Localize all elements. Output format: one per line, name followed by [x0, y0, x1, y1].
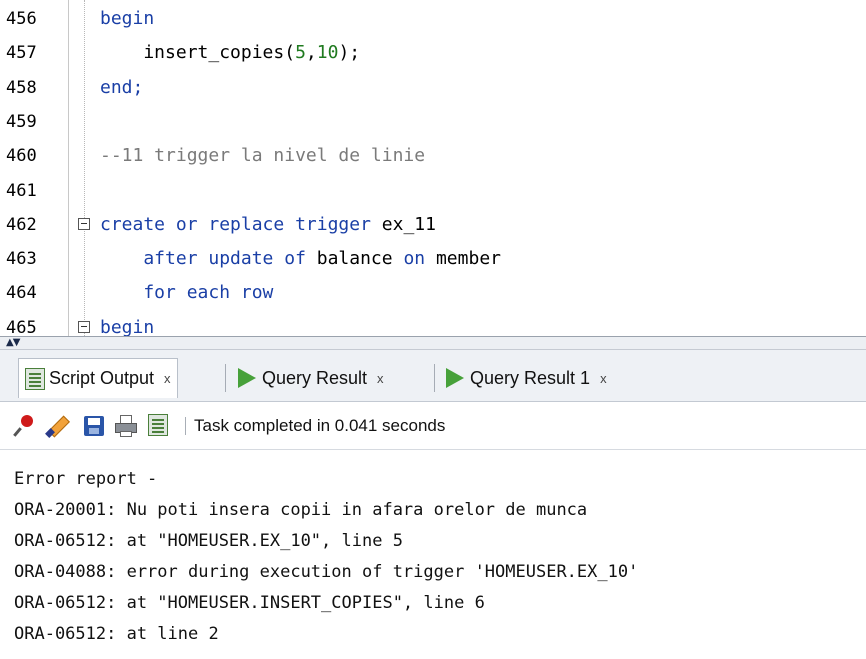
- output-toolbar: Task completed in 0.041 seconds: [0, 402, 866, 450]
- editor-line[interactable]: 465 begin: [0, 313, 866, 336]
- line-number: 461: [6, 180, 37, 201]
- output-line: ORA-06512: at "HOMEUSER.INSERT_COPIES", …: [14, 593, 485, 613]
- code-editor[interactable]: 456 begin 457 insert_copies(5,10); 458 end; 4…: [0, 0, 866, 336]
- line-number: 457: [6, 43, 37, 64]
- code-token: after update of: [100, 248, 317, 270]
- tab-query-result[interactable]: Query Result x: [232, 358, 390, 398]
- output-line: ORA-06512: at line 2: [14, 624, 219, 644]
- code-text: create or replace trigger ex_11: [100, 210, 436, 240]
- script-output-icon: [25, 367, 45, 390]
- tab-script-output[interactable]: Script Output x: [18, 358, 178, 398]
- code-token: begin: [100, 8, 155, 29]
- fold-toggle-icon[interactable]: [78, 217, 90, 230]
- code-token: end;: [100, 76, 144, 98]
- line-number: 458: [6, 77, 37, 98]
- code-token: 5: [295, 42, 306, 64]
- fold-toggle-icon[interactable]: [78, 320, 90, 333]
- toolbar-divider: [185, 417, 186, 435]
- panel-splitter[interactable]: ▲▼: [0, 336, 866, 350]
- output-tab-bar: Script Output x Query Result x Query Res…: [0, 350, 866, 402]
- code-text: insert_copies(5,10);: [100, 38, 360, 68]
- editor-line[interactable]: 463 after update of balance on member: [0, 244, 866, 274]
- code-text: --11 trigger la nivel de linie: [100, 141, 425, 171]
- editor-line[interactable]: 456 begin: [0, 4, 866, 34]
- task-status: Task completed in 0.041 seconds: [194, 416, 446, 435]
- output-line: ORA-06512: at "HOMEUSER.EX_10", line 5: [14, 531, 403, 551]
- line-number: 460: [6, 146, 37, 167]
- script-output-panel[interactable]: Error report - ORA-20001: Nu poti insera…: [0, 450, 866, 659]
- editor-line[interactable]: 458 end;: [0, 73, 866, 103]
- line-number: 459: [6, 111, 37, 132]
- tab-close-icon[interactable]: x: [164, 371, 171, 386]
- line-number: 463: [6, 249, 37, 270]
- code-text: begin: [100, 313, 154, 336]
- run-icon: [446, 368, 464, 388]
- editor-line[interactable]: 461: [0, 176, 866, 206]
- code-token: ex_11: [381, 213, 436, 235]
- code-token: for each row: [100, 282, 274, 304]
- tab-close-icon[interactable]: x: [600, 371, 607, 386]
- tab-label: Query Result: [262, 367, 368, 388]
- code-text: begin: [100, 4, 154, 34]
- code-token: ,: [305, 42, 317, 64]
- code-token: );: [338, 42, 361, 64]
- collapse-arrows-icon[interactable]: ▲▼: [6, 338, 20, 348]
- code-token: member: [435, 248, 501, 270]
- pin-icon[interactable]: [12, 414, 36, 438]
- run-icon: [238, 368, 256, 388]
- code-token: create or replace trigger: [100, 213, 382, 235]
- code-token: begin: [100, 316, 155, 336]
- tab-close-icon[interactable]: x: [377, 371, 384, 386]
- output-line: ORA-20001: Nu poti insera copii in afara…: [14, 500, 588, 520]
- output-line: Error report -: [14, 469, 158, 489]
- tab-divider: [225, 364, 226, 392]
- output-line: ORA-04088: error during execution of tri…: [14, 562, 639, 582]
- eraser-icon[interactable]: [45, 414, 70, 438]
- editor-line[interactable]: 464 for each row: [0, 278, 866, 308]
- code-token: balance: [316, 248, 393, 270]
- line-number: 464: [6, 283, 37, 304]
- tab-divider: [434, 364, 435, 392]
- tab-label: Script Output: [49, 368, 155, 388]
- tab-label: Query Result 1: [470, 367, 591, 388]
- script-output-icon[interactable]: [148, 414, 172, 438]
- print-icon[interactable]: [114, 414, 138, 438]
- code-token: 10: [316, 42, 339, 64]
- code-text: after update of balance on member: [100, 244, 501, 274]
- save-icon[interactable]: [82, 414, 106, 438]
- editor-line[interactable]: 460 --11 trigger la nivel de linie: [0, 141, 866, 171]
- line-number: 465: [6, 317, 37, 336]
- code-token: on: [392, 248, 436, 270]
- line-number: 462: [6, 214, 37, 235]
- code-text: end;: [100, 73, 143, 103]
- editor-line[interactable]: 462 create or replace trigger ex_11: [0, 210, 866, 240]
- tab-query-result-1[interactable]: Query Result 1 x: [440, 358, 613, 398]
- editor-line[interactable]: 457 insert_copies(5,10);: [0, 38, 866, 68]
- code-text: for each row: [100, 278, 273, 308]
- code-token: --11 trigger la nivel de linie: [100, 145, 426, 167]
- line-number: 456: [6, 9, 37, 29]
- code-token: insert_copies(: [100, 42, 296, 64]
- editor-line[interactable]: 459: [0, 107, 866, 137]
